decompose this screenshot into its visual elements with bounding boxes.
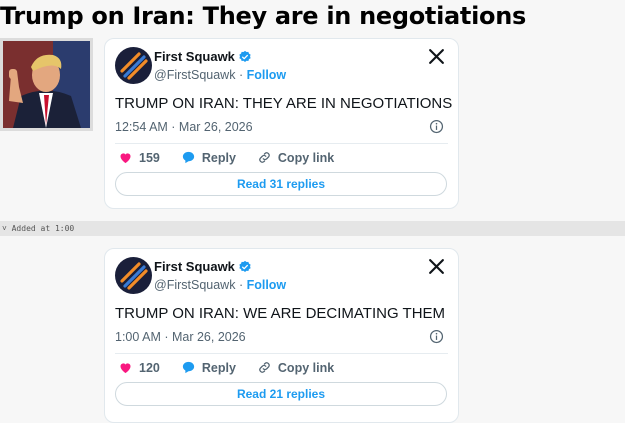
like-count: 159 [139,150,160,165]
added-at-marker[interactable]: ˅ Added at 1:00 [0,221,625,236]
read-replies-button[interactable]: Read 31 replies [115,172,447,196]
info-icon[interactable] [429,329,444,344]
article-thumbnail[interactable] [0,38,93,131]
tweet-actions: 159 Reply Copy link [118,150,334,165]
read-replies-button[interactable]: Read 21 replies [115,382,447,406]
tweet-timestamp[interactable]: 1:00 AM · Mar 26, 2026 [115,330,246,344]
tweet-divider [115,353,448,354]
account-name[interactable]: First Squawk [154,259,235,274]
account-avatar[interactable] [115,257,152,294]
tweet-text: TRUMP ON IRAN: WE ARE DECIMATING THEM [115,305,446,322]
tweet-divider [115,143,448,144]
page-headline: Trump on Iran: They are in negotiations [0,2,526,30]
person-photo [3,41,90,128]
reply-button[interactable]: Reply [181,360,236,375]
copy-link-label: Copy link [277,360,335,375]
copy-link-button[interactable]: Copy link [257,360,334,375]
account-handle-row: @FirstSquawk · Follow [154,68,287,82]
reply-bubble-icon [182,151,194,164]
follow-link[interactable]: Follow [247,68,287,82]
like-count: 120 [139,360,160,375]
x-logo-icon[interactable] [428,258,445,275]
account-handle: @FirstSquawk [154,278,236,292]
reply-label: Reply [201,360,236,375]
follow-link[interactable]: Follow [247,278,287,292]
tweet-text: TRUMP ON IRAN: THEY ARE IN NEGOTIATIONS [115,95,453,112]
reply-label: Reply [201,150,236,165]
account-handle: @FirstSquawk [154,68,236,82]
like-button[interactable]: 159 [118,150,160,165]
account-name[interactable]: First Squawk [154,49,235,64]
heart-icon [120,363,131,374]
embedded-tweet: First Squawk @FirstSquawk · Follow TRUMP… [104,38,459,209]
heart-icon [120,153,131,164]
verified-badge-icon [239,260,251,272]
tweet-timestamp[interactable]: 12:54 AM · Mar 26, 2026 [115,120,253,134]
copy-link-label: Copy link [277,150,335,165]
account-handle-row: @FirstSquawk · Follow [154,278,287,292]
reply-button[interactable]: Reply [181,150,236,165]
reply-bubble-icon [182,361,194,374]
link-icon [259,362,270,373]
link-icon [259,152,270,163]
tweet-actions: 120 Reply Copy link [118,360,334,375]
account-avatar[interactable] [115,47,152,84]
embedded-tweet: First Squawk @FirstSquawk · Follow TRUMP… [104,248,459,423]
x-logo-icon[interactable] [428,48,445,65]
verified-badge-icon [239,50,251,62]
info-icon[interactable] [429,119,444,134]
copy-link-button[interactable]: Copy link [257,150,334,165]
like-button[interactable]: 120 [118,360,160,375]
